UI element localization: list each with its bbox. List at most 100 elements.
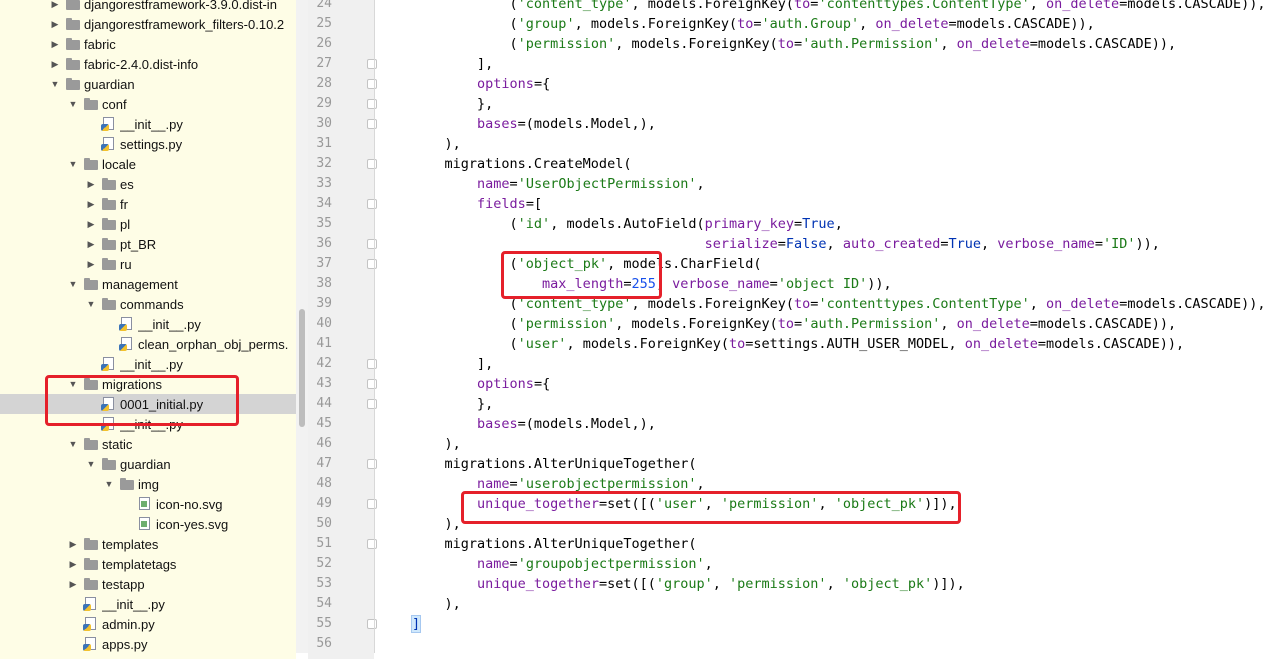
code-line[interactable]: ('permission', models.ForeignKey(to='aut… [380, 34, 1279, 54]
project-tree-scrollbar[interactable] [296, 0, 308, 653]
code-line[interactable]: }, [380, 394, 1279, 414]
fold-marker-icon[interactable] [367, 399, 377, 409]
tree-item[interactable]: apps.py [0, 634, 296, 654]
expand-arrow-icon[interactable]: ▶ [68, 554, 78, 574]
tree-item[interactable]: ▼ locale [0, 154, 296, 174]
code-line[interactable]: ('id', models.AutoField(primary_key=True… [380, 214, 1279, 234]
code-line[interactable]: migrations.CreateModel( [380, 154, 1279, 174]
fold-marker-icon[interactable] [367, 79, 377, 89]
code-line[interactable]: name='UserObjectPermission', [380, 174, 1279, 194]
project-tree-scrollbar-thumb[interactable] [299, 309, 305, 427]
fold-marker-icon[interactable] [367, 619, 377, 629]
code-line[interactable]: ('permission', models.ForeignKey(to='aut… [380, 314, 1279, 334]
expand-arrow-icon[interactable]: ▶ [86, 234, 96, 254]
expand-arrow-icon[interactable]: ▶ [50, 14, 60, 34]
tree-item[interactable]: __init__.py [0, 354, 296, 374]
expand-arrow-icon[interactable]: ▶ [86, 254, 96, 274]
expand-arrow-icon[interactable]: ▶ [86, 174, 96, 194]
collapse-arrow-icon[interactable]: ▼ [68, 434, 78, 454]
collapse-arrow-icon[interactable]: ▼ [68, 374, 78, 394]
fold-marker-icon[interactable] [367, 199, 377, 209]
code-line[interactable]: ('content_type', models.ForeignKey(to='c… [380, 294, 1279, 314]
code-line[interactable]: ('content_type', models.ForeignKey(to='c… [380, 0, 1279, 14]
tree-item[interactable]: ▼ guardian [0, 74, 296, 94]
tree-item[interactable]: __init__.py [0, 414, 296, 434]
tree-item[interactable]: icon-yes.svg [0, 514, 296, 534]
code-line[interactable]: options={ [380, 374, 1279, 394]
tree-item[interactable]: ▼ commands [0, 294, 296, 314]
project-tree[interactable]: ▶ djangorestframework-3.9.0.dist-in ▶ djang… [0, 0, 296, 659]
code-line[interactable]: ('user', models.ForeignKey(to=settings.A… [380, 334, 1279, 354]
tree-item[interactable]: __init__.py [0, 594, 296, 614]
code-line[interactable]: ), [380, 134, 1279, 154]
fold-marker-icon[interactable] [367, 259, 377, 269]
tree-item[interactable]: ▼ management [0, 274, 296, 294]
code-line[interactable]: max_length=255, verbose_name='object ID'… [380, 274, 1279, 294]
collapse-arrow-icon[interactable]: ▼ [68, 274, 78, 294]
code-line[interactable]: ), [380, 514, 1279, 534]
tree-item[interactable]: ▶ pt_BR [0, 234, 296, 254]
tree-item[interactable]: ▼ conf [0, 94, 296, 114]
code-line[interactable]: unique_together=set([('group', 'permissi… [380, 574, 1279, 594]
fold-marker-icon[interactable] [367, 159, 377, 169]
collapse-arrow-icon[interactable]: ▼ [86, 454, 96, 474]
code-line[interactable]: name='userobjectpermission', [380, 474, 1279, 494]
fold-marker-icon[interactable] [367, 359, 377, 369]
tree-item[interactable]: clean_orphan_obj_perms. [0, 334, 296, 354]
tree-item[interactable]: ▶ ru [0, 254, 296, 274]
fold-marker-icon[interactable] [367, 539, 377, 549]
code-line[interactable]: unique_together=set([('user', 'permissio… [380, 494, 1279, 514]
tree-item[interactable]: ▶ testapp [0, 574, 296, 594]
tree-item[interactable]: settings.py [0, 134, 296, 154]
collapse-arrow-icon[interactable]: ▼ [104, 474, 114, 494]
expand-arrow-icon[interactable]: ▶ [50, 0, 60, 14]
collapse-arrow-icon[interactable]: ▼ [50, 74, 60, 94]
tree-item[interactable]: admin.py [0, 614, 296, 634]
code-line[interactable]: ], [380, 354, 1279, 374]
tree-item[interactable]: ▼ img [0, 474, 296, 494]
fold-marker-icon[interactable] [367, 499, 377, 509]
tree-item[interactable]: icon-no.svg [0, 494, 296, 514]
expand-arrow-icon[interactable]: ▶ [50, 34, 60, 54]
code-line[interactable]: }, [380, 94, 1279, 114]
tree-item[interactable]: ▼ migrations [0, 374, 296, 394]
expand-arrow-icon[interactable]: ▶ [86, 194, 96, 214]
tree-item[interactable]: 0001_initial.py [0, 394, 296, 414]
tree-item[interactable]: ▶ es [0, 174, 296, 194]
tree-item[interactable]: ▶ djangorestframework_filters-0.10.2 [0, 14, 296, 34]
tree-item[interactable]: __init__.py [0, 314, 296, 334]
code-editor[interactable]: ('content_type', models.ForeignKey(to='c… [380, 0, 1279, 659]
fold-marker-icon[interactable] [367, 239, 377, 249]
code-line[interactable]: ('object_pk', models.CharField( [380, 254, 1279, 274]
code-line[interactable]: ), [380, 594, 1279, 614]
collapse-arrow-icon[interactable]: ▼ [68, 94, 78, 114]
code-line[interactable]: fields=[ [380, 194, 1279, 214]
expand-arrow-icon[interactable]: ▶ [86, 214, 96, 234]
tree-item[interactable]: ▼ guardian [0, 454, 296, 474]
collapse-arrow-icon[interactable]: ▼ [86, 294, 96, 314]
code-line[interactable]: ] [380, 614, 1279, 634]
tree-item[interactable]: ▶ fr [0, 194, 296, 214]
code-line[interactable]: ('group', models.ForeignKey(to='auth.Gro… [380, 14, 1279, 34]
fold-marker-icon[interactable] [367, 59, 377, 69]
code-line[interactable]: options={ [380, 74, 1279, 94]
code-line[interactable]: bases=(models.Model,), [380, 414, 1279, 434]
code-line[interactable]: serialize=False, auto_created=True, verb… [380, 234, 1279, 254]
fold-marker-icon[interactable] [367, 119, 377, 129]
code-line[interactable]: ], [380, 54, 1279, 74]
code-line[interactable]: bases=(models.Model,), [380, 114, 1279, 134]
code-line[interactable]: migrations.AlterUniqueTogether( [380, 534, 1279, 554]
tree-item[interactable]: ▶ fabric [0, 34, 296, 54]
fold-marker-icon[interactable] [367, 459, 377, 469]
tree-item[interactable]: ▶ fabric-2.4.0.dist-info [0, 54, 296, 74]
tree-item[interactable]: ▶ templates [0, 534, 296, 554]
fold-marker-icon[interactable] [367, 379, 377, 389]
tree-item[interactable]: ▶ djangorestframework-3.9.0.dist-in [0, 0, 296, 14]
tree-item[interactable]: __init__.py [0, 114, 296, 134]
expand-arrow-icon[interactable]: ▶ [68, 574, 78, 594]
tree-item[interactable]: ▶ pl [0, 214, 296, 234]
collapse-arrow-icon[interactable]: ▼ [68, 154, 78, 174]
tree-item[interactable]: ▶ templatetags [0, 554, 296, 574]
expand-arrow-icon[interactable]: ▶ [50, 54, 60, 74]
code-line[interactable]: name='groupobjectpermission', [380, 554, 1279, 574]
